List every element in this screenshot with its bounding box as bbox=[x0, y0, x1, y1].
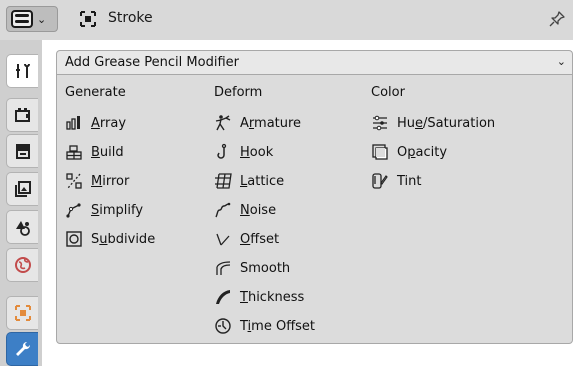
tab-view-layer[interactable] bbox=[6, 172, 38, 206]
properties-header: ⌄ Stroke bbox=[0, 0, 573, 38]
add-modifier-dropdown[interactable]: Add Grease Pencil Modifier ⌄ bbox=[56, 50, 573, 74]
properties-editor-icon bbox=[11, 10, 33, 28]
tab-modifiers[interactable] bbox=[6, 332, 38, 366]
pin-icon[interactable] bbox=[548, 10, 566, 28]
object-context-icon bbox=[80, 11, 96, 27]
tab-render[interactable] bbox=[6, 98, 38, 132]
item-text: irror bbox=[102, 173, 130, 189]
item-text: mature bbox=[254, 115, 302, 131]
item-text: /Saturation bbox=[423, 115, 496, 131]
item-text: oise bbox=[249, 202, 277, 218]
output-icon bbox=[15, 144, 30, 159]
item-text-mnemonic: p bbox=[407, 144, 416, 160]
editor-type-selector[interactable]: ⌄ bbox=[6, 6, 58, 32]
item-text-mnemonic: A bbox=[91, 115, 100, 131]
color-heading: Color bbox=[371, 85, 405, 100]
item-text-mnemonic: T bbox=[240, 289, 248, 305]
noise-icon bbox=[214, 201, 232, 219]
item-text: me Offset bbox=[251, 318, 316, 334]
item-text: bdivide bbox=[107, 231, 156, 247]
item-text: attice bbox=[247, 173, 285, 189]
item-text: T bbox=[240, 318, 248, 334]
menu-item-time-offset[interactable]: Time Offset bbox=[214, 314, 315, 338]
item-text: hickness bbox=[247, 289, 305, 305]
context-title: Stroke bbox=[108, 10, 153, 26]
menu-item-subdivide[interactable]: Subdivide bbox=[65, 227, 155, 251]
item-text: ook bbox=[249, 144, 274, 160]
item-text: ffset bbox=[250, 231, 280, 247]
wrench-icon bbox=[15, 341, 30, 356]
lattice-icon bbox=[214, 172, 232, 190]
properties-editor: ⌄ Stroke Add Grease Pencil Modifier ⌄ Ge… bbox=[0, 0, 573, 366]
scene-icon bbox=[15, 221, 30, 236]
chevron-down-icon: ⌄ bbox=[37, 12, 47, 26]
item-text-mnemonic: u bbox=[99, 231, 108, 247]
item-text-mnemonic: M bbox=[91, 173, 103, 189]
item-text: Tint bbox=[397, 173, 422, 189]
menu-item-mirror[interactable]: Mirror bbox=[65, 169, 129, 193]
item-text: Hu bbox=[397, 115, 416, 131]
item-text-mnemonic: N bbox=[240, 202, 250, 218]
menu-item-lattice[interactable]: Lattice bbox=[214, 169, 284, 193]
tab-tool[interactable] bbox=[6, 54, 38, 88]
array-icon bbox=[65, 114, 83, 132]
item-text: acity bbox=[415, 144, 448, 160]
item-text-mnemonic: O bbox=[240, 231, 251, 247]
deform-heading: Deform bbox=[214, 85, 263, 100]
item-text: implify bbox=[99, 202, 144, 218]
menu-item-hue-saturation[interactable]: Hue/Saturation bbox=[371, 111, 495, 135]
build-icon bbox=[65, 143, 83, 161]
hue-saturation-icon bbox=[371, 114, 389, 132]
menu-item-opacity[interactable]: Opacity bbox=[371, 140, 447, 164]
generate-heading: Generate bbox=[65, 85, 126, 100]
menu-item-thickness[interactable]: Thickness bbox=[214, 285, 304, 309]
item-text-mnemonic: e bbox=[415, 115, 424, 131]
tint-icon bbox=[371, 172, 389, 190]
tab-object[interactable] bbox=[6, 296, 38, 330]
subdivide-icon bbox=[65, 230, 83, 248]
menu-item-armature[interactable]: Armature bbox=[214, 111, 301, 135]
menu-item-hook[interactable]: Hook bbox=[214, 140, 273, 164]
world-icon bbox=[14, 257, 31, 273]
offset-icon bbox=[214, 230, 232, 248]
smooth-icon bbox=[214, 259, 232, 277]
thickness-icon bbox=[214, 288, 232, 306]
item-text-mnemonic: B bbox=[91, 144, 100, 160]
tab-scene[interactable] bbox=[6, 210, 38, 244]
tab-output[interactable] bbox=[6, 134, 38, 168]
menu-item-tint[interactable]: Tint bbox=[371, 169, 422, 193]
item-text: uild bbox=[99, 144, 124, 160]
add-modifier-menu: Generate Deform Color Array Build Mirror… bbox=[56, 74, 573, 344]
menu-item-build[interactable]: Build bbox=[65, 140, 124, 164]
armature-icon bbox=[214, 114, 232, 132]
tab-world[interactable] bbox=[6, 248, 38, 282]
menu-item-noise[interactable]: Noise bbox=[214, 198, 276, 222]
properties-tab-strip bbox=[0, 40, 42, 366]
item-text: Smooth bbox=[240, 260, 291, 276]
item-text: rray bbox=[99, 115, 127, 131]
item-text: O bbox=[397, 144, 408, 160]
render-icon bbox=[14, 108, 30, 122]
dropdown-label: Add Grease Pencil Modifier bbox=[65, 55, 239, 70]
chevron-down-icon: ⌄ bbox=[556, 55, 566, 68]
menu-item-simplify[interactable]: Simplify bbox=[65, 198, 143, 222]
tool-icon bbox=[15, 63, 30, 78]
item-text: A bbox=[240, 115, 249, 131]
hook-icon bbox=[214, 143, 232, 161]
view-layer-icon bbox=[14, 181, 31, 197]
simplify-icon bbox=[65, 201, 83, 219]
menu-item-offset[interactable]: Offset bbox=[214, 227, 279, 251]
object-icon bbox=[14, 305, 31, 321]
time-offset-icon bbox=[214, 317, 232, 335]
opacity-icon bbox=[371, 143, 389, 161]
mirror-icon bbox=[65, 172, 83, 190]
item-text-mnemonic: H bbox=[240, 144, 250, 160]
menu-item-smooth[interactable]: Smooth bbox=[214, 256, 290, 280]
menu-item-array[interactable]: Array bbox=[65, 111, 126, 135]
